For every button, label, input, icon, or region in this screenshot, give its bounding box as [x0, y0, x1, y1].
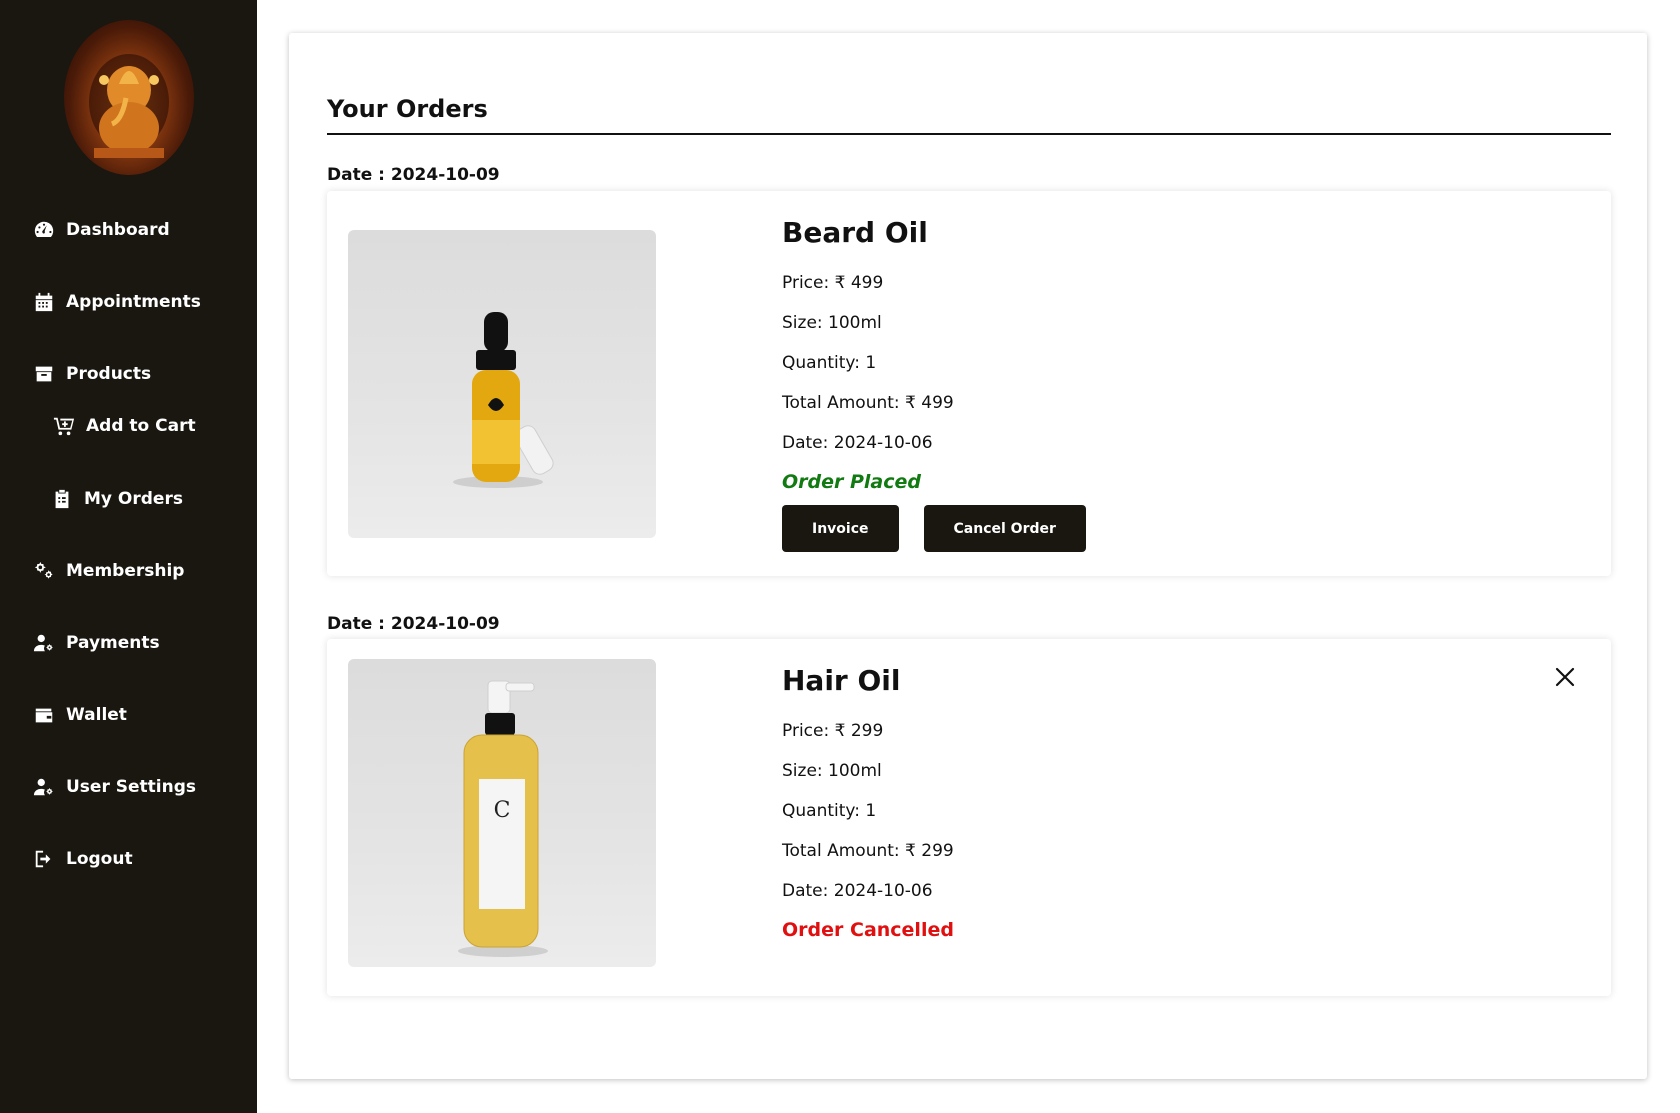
- gears-icon: [32, 559, 56, 583]
- product-image-beard-oil: [348, 230, 656, 538]
- price-text: Price: ₹ 499: [782, 273, 884, 293]
- sidebar-item-label: Wallet: [66, 705, 127, 725]
- user-gear-icon: [32, 775, 56, 799]
- sidebar-item-membership[interactable]: Membership: [32, 559, 184, 583]
- sidebar-item-label: Add to Cart: [86, 416, 196, 436]
- total-amount-text: Total Amount: ₹ 299: [782, 841, 954, 861]
- quantity-text: Quantity: 1: [782, 353, 877, 373]
- deity-image: [89, 54, 169, 158]
- logout-icon: [32, 847, 56, 871]
- sidebar-item-add-to-cart[interactable]: Add to Cart: [52, 414, 196, 438]
- sidebar-item-label: Appointments: [66, 292, 201, 312]
- cancel-order-button[interactable]: Cancel Order: [923, 505, 1086, 552]
- close-icon[interactable]: [1553, 665, 1577, 689]
- sidebar-item-dashboard[interactable]: Dashboard: [32, 218, 170, 242]
- sidebar-item-payments[interactable]: Payments: [32, 631, 160, 655]
- size-text: Size: 100ml: [782, 313, 882, 333]
- order-card: C Hair Oil Price: ₹ 299 Size: 100ml Quan…: [327, 639, 1611, 996]
- product-name: Beard Oil: [782, 216, 928, 249]
- sidebar-item-label: My Orders: [84, 489, 183, 509]
- sidebar: Dashboard Appointments Products Add to C…: [0, 0, 257, 1113]
- orders-panel: Your Orders Date : 2024-10-09 Beard Oil …: [289, 33, 1647, 1079]
- sidebar-item-label: User Settings: [66, 777, 196, 797]
- sidebar-item-products[interactable]: Products: [32, 362, 151, 386]
- calendar-icon: [32, 290, 56, 314]
- order-status: Order Cancelled: [782, 919, 954, 941]
- order-actions: Invoice Cancel Order: [782, 505, 1086, 552]
- order-details: Hair Oil Price: ₹ 299 Size: 100ml Quanti…: [782, 664, 954, 941]
- dashboard-icon: [32, 218, 56, 242]
- hair-oil-bottle: C: [458, 680, 548, 957]
- sidebar-item-user-settings[interactable]: User Settings: [32, 775, 196, 799]
- invoice-button[interactable]: Invoice: [782, 505, 899, 552]
- order-date-text: Date: 2024-10-06: [782, 433, 933, 453]
- order-status: Order Placed: [782, 471, 922, 493]
- box-icon: [32, 362, 56, 386]
- user-gear-icon: [32, 631, 56, 655]
- order-details: Beard Oil Price: ₹ 499 Size: 100ml Quant…: [782, 216, 1086, 552]
- order-date-label: Date : 2024-10-09: [327, 614, 500, 634]
- page-title: Your Orders: [327, 95, 488, 123]
- title-divider: [327, 133, 1611, 135]
- sidebar-item-label: Payments: [66, 633, 160, 653]
- order-date-label: Date : 2024-10-09: [327, 165, 500, 185]
- sidebar-item-label: Membership: [66, 561, 185, 581]
- cart-icon: [52, 414, 76, 438]
- product-image-hair-oil: C: [348, 659, 656, 967]
- quantity-text: Quantity: 1: [782, 801, 877, 821]
- avatar: [64, 20, 194, 175]
- order-card: Beard Oil Price: ₹ 499 Size: 100ml Quant…: [327, 191, 1611, 576]
- wallet-icon: [32, 703, 56, 727]
- order-date-text: Date: 2024-10-06: [782, 881, 933, 901]
- price-text: Price: ₹ 299: [782, 721, 884, 741]
- sidebar-item-label: Logout: [66, 849, 133, 869]
- sidebar-item-label: Dashboard: [66, 220, 170, 240]
- clipboard-icon: [50, 487, 74, 511]
- sidebar-item-wallet[interactable]: Wallet: [32, 703, 127, 727]
- total-amount-text: Total Amount: ₹ 499: [782, 393, 954, 413]
- sidebar-item-appointments[interactable]: Appointments: [32, 290, 201, 314]
- svg-text:C: C: [494, 798, 511, 823]
- size-text: Size: 100ml: [782, 761, 882, 781]
- sidebar-item-label: Products: [66, 364, 152, 384]
- product-name: Hair Oil: [782, 664, 901, 697]
- sidebar-item-logout[interactable]: Logout: [32, 847, 133, 871]
- sidebar-item-my-orders[interactable]: My Orders: [50, 487, 183, 511]
- beard-oil-bottle: [453, 312, 554, 488]
